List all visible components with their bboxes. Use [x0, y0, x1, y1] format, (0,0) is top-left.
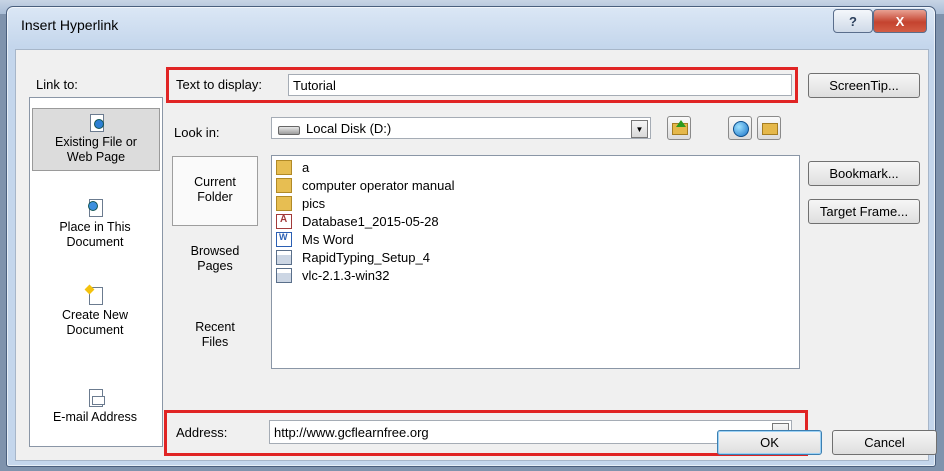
link-item-place-in-document[interactable]: Place in This Document — [32, 198, 158, 250]
list-item[interactable]: RapidTyping_Setup_4 — [276, 249, 430, 266]
globe-search-icon — [733, 121, 749, 137]
link-to-panel: Existing File or Web Page Place in This … — [29, 97, 163, 447]
list-item[interactable]: vlc-2.1.3-win32 — [276, 267, 389, 284]
browse-file-button[interactable] — [757, 116, 781, 140]
file-list[interactable]: a computer operator manual pics Database… — [271, 155, 800, 369]
tab-current-folder[interactable]: Current Folder — [172, 156, 258, 226]
folder-icon — [276, 178, 292, 193]
tab-label-2: Pages — [197, 259, 233, 273]
folder-icon — [276, 160, 292, 175]
word-document-icon — [276, 232, 292, 247]
look-in-value: Local Disk (D:) — [306, 121, 392, 136]
text-to-display-input[interactable] — [288, 74, 792, 96]
file-name: vlc-2.1.3-win32 — [302, 268, 390, 283]
text-to-display-label: Text to display: — [176, 77, 262, 92]
link-item-email-address[interactable]: E-mail Address — [32, 388, 158, 425]
up-one-folder-button[interactable] — [667, 116, 691, 140]
help-button[interactable]: ? — [833, 9, 873, 33]
bookmark-button[interactable]: Bookmark... — [808, 161, 920, 186]
address-input[interactable]: http://www.gcflearnfree.org ▼ — [269, 420, 792, 444]
access-database-icon — [276, 214, 292, 229]
cancel-button[interactable]: Cancel — [832, 430, 937, 455]
ok-button[interactable]: OK — [717, 430, 822, 455]
tab-label-1: Browsed — [190, 244, 240, 258]
tab-recent-files[interactable]: Recent Files — [172, 320, 258, 350]
target-frame-button[interactable]: Target Frame... — [808, 199, 920, 224]
open-folder-icon — [762, 123, 778, 135]
email-icon — [86, 388, 105, 408]
list-item[interactable]: pics — [276, 195, 325, 212]
link-item-label-1: E-mail Address — [52, 410, 138, 424]
address-label: Address: — [176, 425, 228, 440]
list-item[interactable]: computer operator manual — [276, 177, 454, 194]
link-item-existing-file[interactable]: Existing File or Web Page — [32, 108, 160, 171]
link-item-label-1: Place in This — [59, 220, 131, 234]
chevron-down-icon[interactable]: ▼ — [631, 120, 648, 138]
link-item-label-2: Document — [66, 323, 124, 337]
file-name: pics — [302, 196, 326, 211]
tab-browsed-pages[interactable]: Browsed Pages — [172, 244, 258, 274]
link-item-label-1: Existing File or — [55, 135, 137, 149]
browse-tabs: Current Folder Browsed Pages Recent File… — [166, 156, 266, 370]
drive-icon — [278, 126, 300, 135]
list-item[interactable]: Ms Word — [276, 231, 354, 248]
look-in-dropdown[interactable]: Local Disk (D:) ▼ — [271, 117, 651, 139]
folder-icon — [276, 196, 292, 211]
place-in-document-icon — [86, 198, 104, 218]
screentip-button[interactable]: ScreenTip... — [808, 73, 920, 98]
file-name: Ms Word — [302, 232, 354, 247]
link-item-create-new-document[interactable]: Create New Document — [32, 284, 158, 338]
browse-web-button[interactable] — [728, 116, 752, 140]
address-value: http://www.gcflearnfree.org — [274, 425, 429, 440]
look-in-label: Look in: — [174, 125, 220, 140]
tab-label-1: Current — [194, 175, 236, 189]
list-item[interactable]: a — [276, 159, 309, 176]
existing-file-icon — [87, 113, 105, 133]
link-to-label: Link to: — [36, 77, 78, 92]
file-name: a — [302, 160, 310, 175]
link-item-label-2: Document — [66, 235, 124, 249]
tab-label-2: Folder — [197, 190, 233, 204]
file-name: computer operator manual — [302, 178, 455, 193]
file-name: RapidTyping_Setup_4 — [302, 250, 430, 265]
application-icon — [276, 250, 292, 265]
tab-label-1: Recent — [195, 320, 235, 334]
link-item-label-2: Web Page — [66, 150, 126, 164]
file-name: Database1_2015-05-28 — [302, 214, 439, 229]
insert-hyperlink-dialog: Insert Hyperlink ? X Link to: Existing F… — [6, 6, 937, 467]
application-icon — [276, 268, 292, 283]
close-button[interactable]: X — [873, 9, 927, 33]
dialog-title: Insert Hyperlink — [21, 17, 119, 33]
tab-label-2: Files — [201, 335, 229, 349]
create-new-document-icon — [84, 284, 104, 306]
link-item-label-1: Create New — [62, 308, 128, 322]
list-item[interactable]: Database1_2015-05-28 — [276, 213, 439, 230]
dialog-client-area: Link to: Existing File or Web Page Place… — [15, 49, 937, 461]
